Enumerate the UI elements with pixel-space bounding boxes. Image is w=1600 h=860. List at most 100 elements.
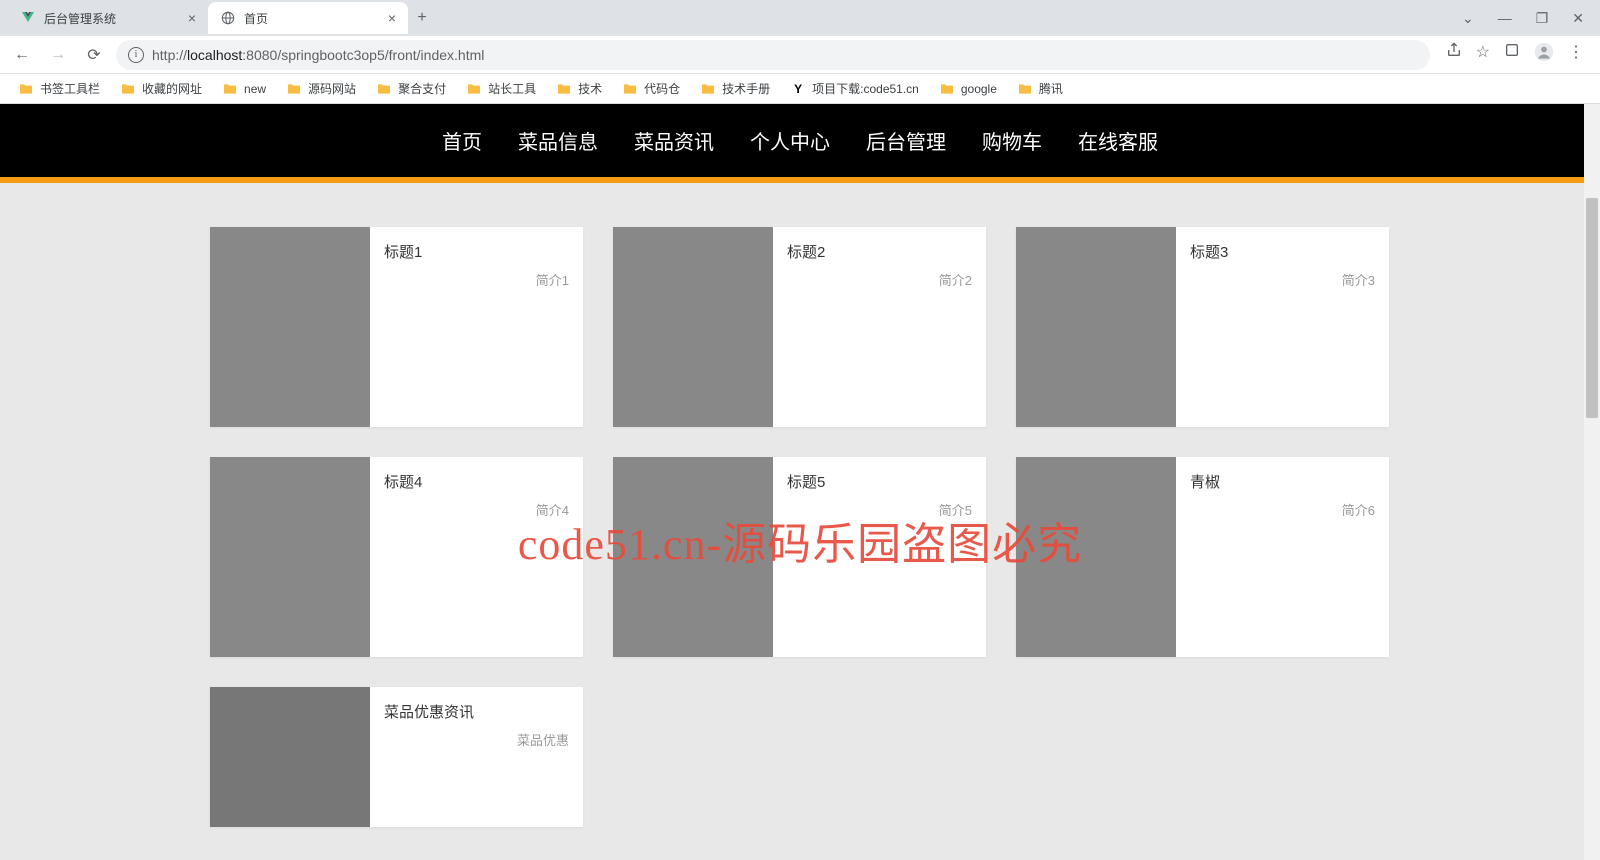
bookmark-label: 技术手册 <box>722 80 770 97</box>
card-desc: 简介6 <box>1190 500 1375 519</box>
site-icon: Y <box>790 81 806 97</box>
forward-button[interactable]: → <box>44 41 72 69</box>
vue-favicon <box>20 10 36 26</box>
bookmark-label: 收藏的网址 <box>142 80 202 97</box>
card-desc: 简介5 <box>787 500 972 519</box>
card-desc: 简介4 <box>384 500 569 519</box>
bookmark-item[interactable]: Y 项目下载:code51.cn <box>782 77 927 100</box>
url-input[interactable]: i http://localhost:8080/springbootc3op5/… <box>116 40 1430 70</box>
folder-icon <box>622 81 638 97</box>
menu-icon[interactable]: ⋮ <box>1568 42 1584 67</box>
card-title: 标题5 <box>787 471 972 492</box>
bookmark-label: 技术 <box>578 80 602 97</box>
top-nav-bar: 首页 菜品信息 菜品资讯 个人中心 后台管理 购物车 在线客服 <box>0 104 1600 183</box>
content-area: 标题1简介1标题2简介2标题3简介3标题4简介4标题5简介5青椒简介6 菜品优惠… <box>210 183 1390 827</box>
bookmark-item[interactable]: google <box>931 78 1005 100</box>
dish-image <box>210 457 370 657</box>
bookmark-item[interactable]: 代码仓 <box>614 77 688 100</box>
card-desc: 简介1 <box>384 270 569 289</box>
dish-card[interactable]: 标题1简介1 <box>210 227 583 427</box>
close-icon[interactable]: × <box>388 10 396 26</box>
nav-link[interactable]: 购物车 <box>982 126 1042 155</box>
bookmark-label: 源码网站 <box>308 80 356 97</box>
window-controls: ⌄ — ❐ ✕ <box>1462 10 1600 27</box>
card-title: 菜品优惠资讯 <box>384 701 569 722</box>
dish-image <box>613 457 773 657</box>
bookmark-item[interactable]: new <box>214 78 274 100</box>
bookmark-label: 腾讯 <box>1039 80 1063 97</box>
news-card[interactable]: 菜品优惠资讯 菜品优惠 <box>210 687 583 827</box>
new-tab-button[interactable]: + <box>408 4 436 32</box>
site-info-icon[interactable]: i <box>128 47 144 63</box>
bookmark-item[interactable]: 腾讯 <box>1009 77 1071 100</box>
folder-icon <box>939 81 955 97</box>
extensions-icon[interactable] <box>1504 42 1520 67</box>
folder-icon <box>18 81 34 97</box>
browser-tab-1[interactable]: 后台管理系统 × <box>8 2 208 34</box>
card-title: 青椒 <box>1190 471 1375 492</box>
bookmark-item[interactable]: 书签工具栏 <box>10 77 108 100</box>
share-icon[interactable] <box>1446 42 1462 67</box>
folder-icon <box>700 81 716 97</box>
card-info: 标题3简介3 <box>1176 227 1389 427</box>
nav-link[interactable]: 后台管理 <box>866 126 946 155</box>
dish-card[interactable]: 标题3简介3 <box>1016 227 1389 427</box>
dish-grid: 标题1简介1标题2简介2标题3简介3标题4简介4标题5简介5青椒简介6 <box>210 227 1390 657</box>
dish-image <box>210 687 370 827</box>
bookmark-label: 书签工具栏 <box>40 80 100 97</box>
bookmarks-bar: 书签工具栏 收藏的网址 new 源码网站聚合支付 站长工具 技术代码仓 技术手册 Y 项目下载:… <box>0 74 1600 104</box>
dish-image <box>1016 227 1176 427</box>
scrollbar-thumb[interactable] <box>1586 198 1598 418</box>
maximize-icon[interactable]: ❐ <box>1536 10 1549 27</box>
card-title: 标题3 <box>1190 241 1375 262</box>
reload-button[interactable]: ⟳ <box>80 41 108 69</box>
bookmark-item[interactable]: 源码网站 <box>278 77 364 100</box>
profile-icon[interactable] <box>1534 42 1554 67</box>
bookmark-label: 项目下载:code51.cn <box>812 80 919 97</box>
minimize-icon[interactable]: — <box>1498 10 1512 27</box>
address-bar-row: ← → ⟳ i http://localhost:8080/springboot… <box>0 36 1600 74</box>
dish-card[interactable]: 青椒简介6 <box>1016 457 1389 657</box>
nav-link[interactable]: 在线客服 <box>1078 126 1158 155</box>
bookmark-item[interactable]: 技术 <box>548 77 610 100</box>
main-nav: 首页 菜品信息 菜品资讯 个人中心 后台管理 购物车 在线客服 <box>0 104 1600 177</box>
browser-tab-2[interactable]: 首页 × <box>208 2 408 34</box>
bookmark-label: new <box>244 82 266 96</box>
bookmark-item[interactable]: 技术手册 <box>692 77 778 100</box>
nav-link[interactable]: 菜品资讯 <box>634 126 714 155</box>
close-icon[interactable]: × <box>188 10 196 26</box>
card-title: 标题1 <box>384 241 569 262</box>
dish-image <box>1016 457 1176 657</box>
url-text: http://localhost:8080/springbootc3op5/fr… <box>152 47 484 63</box>
dish-image <box>210 227 370 427</box>
close-window-icon[interactable]: ✕ <box>1572 10 1584 27</box>
dish-card[interactable]: 标题2简介2 <box>613 227 986 427</box>
card-desc: 菜品优惠 <box>384 730 569 749</box>
nav-link[interactable]: 首页 <box>442 126 482 155</box>
card-info: 标题4简介4 <box>370 457 583 657</box>
bookmark-item[interactable]: 站长工具 <box>458 77 544 100</box>
card-info: 青椒简介6 <box>1176 457 1389 657</box>
dish-card[interactable]: 标题4简介4 <box>210 457 583 657</box>
scrollbar-track[interactable] <box>1584 104 1600 860</box>
tab-strip: 后台管理系统 × 首页 × + ⌄ — ❐ ✕ <box>0 0 1600 36</box>
page-content: 首页菜品信息菜品资讯个人中心后台管理购物车在线客服 标题1简介1标题2简介2标题… <box>0 104 1600 860</box>
bookmark-label: google <box>961 82 997 96</box>
nav-link[interactable]: 菜品信息 <box>518 126 598 155</box>
nav-link[interactable]: 个人中心 <box>750 126 830 155</box>
bookmark-item[interactable]: 收藏的网址 <box>112 77 210 100</box>
bookmark-item[interactable]: 聚合支付 <box>368 77 454 100</box>
dish-card[interactable]: 标题5简介5 <box>613 457 986 657</box>
back-button[interactable]: ← <box>8 41 36 69</box>
bookmark-label: 站长工具 <box>488 80 536 97</box>
folder-icon <box>466 81 482 97</box>
dish-image <box>613 227 773 427</box>
star-icon[interactable]: ☆ <box>1476 42 1490 67</box>
toolbar-icons: ☆ ⋮ <box>1438 42 1592 67</box>
chevron-down-icon[interactable]: ⌄ <box>1462 10 1474 27</box>
folder-icon <box>120 81 136 97</box>
tab-title: 首页 <box>244 10 380 27</box>
tab-title: 后台管理系统 <box>44 10 180 27</box>
card-info: 标题2简介2 <box>773 227 986 427</box>
card-desc: 简介2 <box>787 270 972 289</box>
